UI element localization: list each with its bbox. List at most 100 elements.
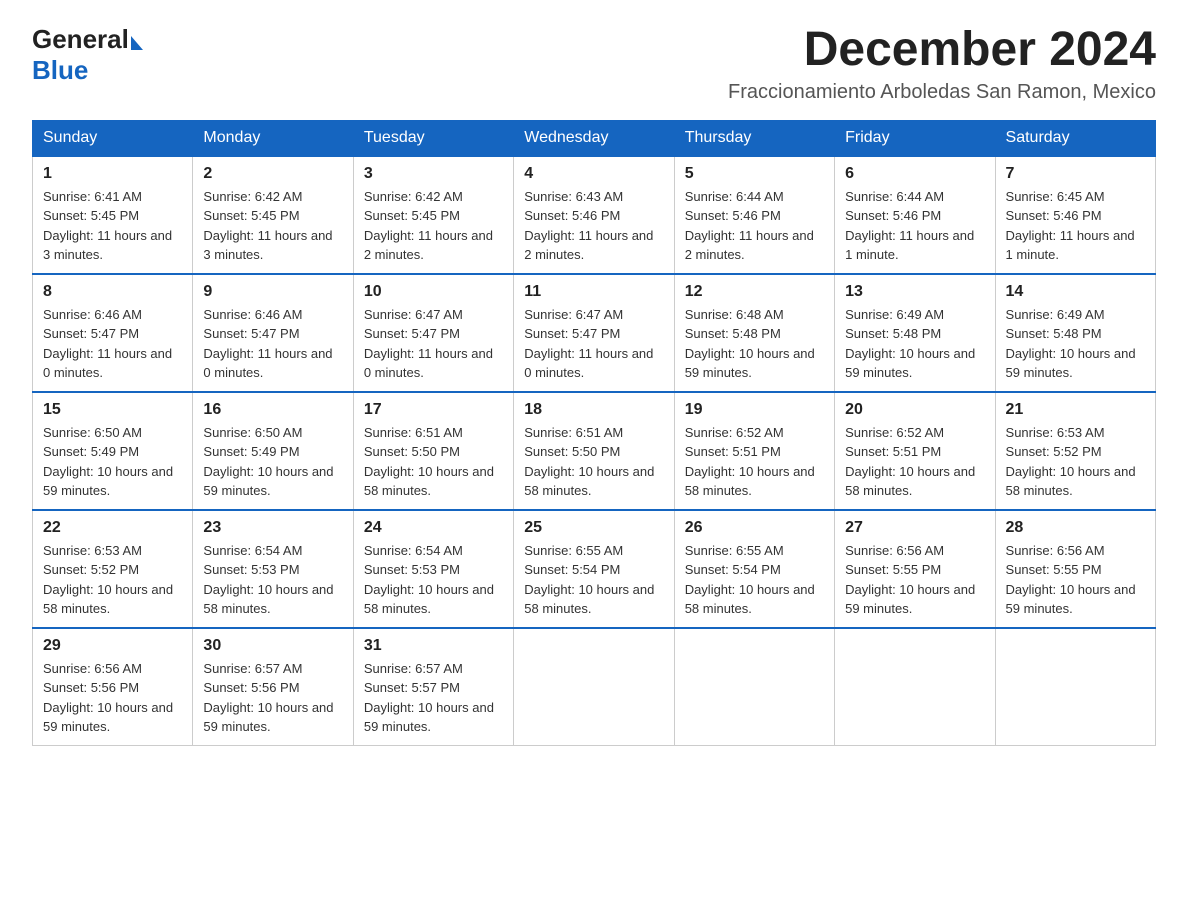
location-subtitle: Fraccionamiento Arboledas San Ramon, Mex…	[728, 81, 1156, 104]
day-number: 1	[43, 165, 182, 183]
day-number: 7	[1006, 165, 1145, 183]
calendar-cell: 9 Sunrise: 6:46 AMSunset: 5:47 PMDayligh…	[193, 274, 353, 392]
header-wednesday: Wednesday	[514, 120, 674, 156]
day-number: 27	[845, 519, 984, 537]
day-info: Sunrise: 6:46 AMSunset: 5:47 PMDaylight:…	[203, 305, 342, 383]
day-info: Sunrise: 6:41 AMSunset: 5:45 PMDaylight:…	[43, 187, 182, 265]
day-number: 30	[203, 637, 342, 655]
calendar-cell: 14 Sunrise: 6:49 AMSunset: 5:48 PMDaylig…	[995, 274, 1155, 392]
day-info: Sunrise: 6:52 AMSunset: 5:51 PMDaylight:…	[685, 423, 824, 501]
calendar-cell: 2 Sunrise: 6:42 AMSunset: 5:45 PMDayligh…	[193, 156, 353, 274]
day-info: Sunrise: 6:42 AMSunset: 5:45 PMDaylight:…	[203, 187, 342, 265]
day-number: 17	[364, 401, 503, 419]
day-number: 23	[203, 519, 342, 537]
calendar-cell	[835, 628, 995, 746]
header-tuesday: Tuesday	[353, 120, 513, 156]
day-number: 21	[1006, 401, 1145, 419]
logo-general-text: General	[32, 24, 129, 55]
calendar-cell: 30 Sunrise: 6:57 AMSunset: 5:56 PMDaylig…	[193, 628, 353, 746]
calendar-cell: 4 Sunrise: 6:43 AMSunset: 5:46 PMDayligh…	[514, 156, 674, 274]
page-header: General Blue December 2024 Fraccionamien…	[32, 24, 1156, 104]
calendar-cell: 23 Sunrise: 6:54 AMSunset: 5:53 PMDaylig…	[193, 510, 353, 628]
calendar-header-row: SundayMondayTuesdayWednesdayThursdayFrid…	[33, 120, 1156, 156]
day-number: 13	[845, 283, 984, 301]
calendar-cell: 31 Sunrise: 6:57 AMSunset: 5:57 PMDaylig…	[353, 628, 513, 746]
day-info: Sunrise: 6:46 AMSunset: 5:47 PMDaylight:…	[43, 305, 182, 383]
day-info: Sunrise: 6:44 AMSunset: 5:46 PMDaylight:…	[685, 187, 824, 265]
calendar-cell: 28 Sunrise: 6:56 AMSunset: 5:55 PMDaylig…	[995, 510, 1155, 628]
day-number: 19	[685, 401, 824, 419]
day-info: Sunrise: 6:49 AMSunset: 5:48 PMDaylight:…	[1006, 305, 1145, 383]
title-area: December 2024 Fraccionamiento Arboledas …	[728, 24, 1156, 104]
header-monday: Monday	[193, 120, 353, 156]
day-info: Sunrise: 6:47 AMSunset: 5:47 PMDaylight:…	[524, 305, 663, 383]
logo-blue-text: Blue	[32, 55, 143, 86]
calendar-week-row: 1 Sunrise: 6:41 AMSunset: 5:45 PMDayligh…	[33, 156, 1156, 274]
calendar-cell: 24 Sunrise: 6:54 AMSunset: 5:53 PMDaylig…	[353, 510, 513, 628]
calendar-cell: 29 Sunrise: 6:56 AMSunset: 5:56 PMDaylig…	[33, 628, 193, 746]
day-info: Sunrise: 6:50 AMSunset: 5:49 PMDaylight:…	[203, 423, 342, 501]
calendar-cell: 16 Sunrise: 6:50 AMSunset: 5:49 PMDaylig…	[193, 392, 353, 510]
day-number: 22	[43, 519, 182, 537]
day-info: Sunrise: 6:52 AMSunset: 5:51 PMDaylight:…	[845, 423, 984, 501]
day-number: 8	[43, 283, 182, 301]
day-info: Sunrise: 6:56 AMSunset: 5:55 PMDaylight:…	[1006, 541, 1145, 619]
calendar-cell: 15 Sunrise: 6:50 AMSunset: 5:49 PMDaylig…	[33, 392, 193, 510]
calendar-cell: 11 Sunrise: 6:47 AMSunset: 5:47 PMDaylig…	[514, 274, 674, 392]
day-info: Sunrise: 6:55 AMSunset: 5:54 PMDaylight:…	[524, 541, 663, 619]
day-info: Sunrise: 6:54 AMSunset: 5:53 PMDaylight:…	[203, 541, 342, 619]
month-title: December 2024	[728, 24, 1156, 77]
calendar-cell: 1 Sunrise: 6:41 AMSunset: 5:45 PMDayligh…	[33, 156, 193, 274]
calendar-week-row: 29 Sunrise: 6:56 AMSunset: 5:56 PMDaylig…	[33, 628, 1156, 746]
day-info: Sunrise: 6:54 AMSunset: 5:53 PMDaylight:…	[364, 541, 503, 619]
header-sunday: Sunday	[33, 120, 193, 156]
day-number: 14	[1006, 283, 1145, 301]
day-info: Sunrise: 6:42 AMSunset: 5:45 PMDaylight:…	[364, 187, 503, 265]
calendar-cell	[995, 628, 1155, 746]
calendar-cell: 18 Sunrise: 6:51 AMSunset: 5:50 PMDaylig…	[514, 392, 674, 510]
day-info: Sunrise: 6:44 AMSunset: 5:46 PMDaylight:…	[845, 187, 984, 265]
day-number: 11	[524, 283, 663, 301]
calendar-cell: 7 Sunrise: 6:45 AMSunset: 5:46 PMDayligh…	[995, 156, 1155, 274]
calendar-cell: 17 Sunrise: 6:51 AMSunset: 5:50 PMDaylig…	[353, 392, 513, 510]
day-number: 5	[685, 165, 824, 183]
calendar-cell: 22 Sunrise: 6:53 AMSunset: 5:52 PMDaylig…	[33, 510, 193, 628]
day-number: 16	[203, 401, 342, 419]
calendar-cell: 3 Sunrise: 6:42 AMSunset: 5:45 PMDayligh…	[353, 156, 513, 274]
day-number: 3	[364, 165, 503, 183]
calendar-table: SundayMondayTuesdayWednesdayThursdayFrid…	[32, 120, 1156, 746]
day-number: 25	[524, 519, 663, 537]
day-info: Sunrise: 6:53 AMSunset: 5:52 PMDaylight:…	[1006, 423, 1145, 501]
day-info: Sunrise: 6:49 AMSunset: 5:48 PMDaylight:…	[845, 305, 984, 383]
logo-triangle-icon	[131, 36, 143, 50]
calendar-week-row: 22 Sunrise: 6:53 AMSunset: 5:52 PMDaylig…	[33, 510, 1156, 628]
calendar-week-row: 8 Sunrise: 6:46 AMSunset: 5:47 PMDayligh…	[33, 274, 1156, 392]
day-number: 9	[203, 283, 342, 301]
calendar-cell: 13 Sunrise: 6:49 AMSunset: 5:48 PMDaylig…	[835, 274, 995, 392]
calendar-cell: 6 Sunrise: 6:44 AMSunset: 5:46 PMDayligh…	[835, 156, 995, 274]
day-number: 20	[845, 401, 984, 419]
day-info: Sunrise: 6:45 AMSunset: 5:46 PMDaylight:…	[1006, 187, 1145, 265]
day-info: Sunrise: 6:56 AMSunset: 5:56 PMDaylight:…	[43, 659, 182, 737]
day-info: Sunrise: 6:43 AMSunset: 5:46 PMDaylight:…	[524, 187, 663, 265]
day-info: Sunrise: 6:55 AMSunset: 5:54 PMDaylight:…	[685, 541, 824, 619]
calendar-cell: 25 Sunrise: 6:55 AMSunset: 5:54 PMDaylig…	[514, 510, 674, 628]
day-info: Sunrise: 6:51 AMSunset: 5:50 PMDaylight:…	[524, 423, 663, 501]
day-info: Sunrise: 6:50 AMSunset: 5:49 PMDaylight:…	[43, 423, 182, 501]
day-number: 31	[364, 637, 503, 655]
calendar-cell: 8 Sunrise: 6:46 AMSunset: 5:47 PMDayligh…	[33, 274, 193, 392]
day-number: 28	[1006, 519, 1145, 537]
day-number: 26	[685, 519, 824, 537]
calendar-cell	[514, 628, 674, 746]
calendar-cell: 20 Sunrise: 6:52 AMSunset: 5:51 PMDaylig…	[835, 392, 995, 510]
header-thursday: Thursday	[674, 120, 834, 156]
day-info: Sunrise: 6:57 AMSunset: 5:57 PMDaylight:…	[364, 659, 503, 737]
day-info: Sunrise: 6:57 AMSunset: 5:56 PMDaylight:…	[203, 659, 342, 737]
day-info: Sunrise: 6:48 AMSunset: 5:48 PMDaylight:…	[685, 305, 824, 383]
calendar-cell: 10 Sunrise: 6:47 AMSunset: 5:47 PMDaylig…	[353, 274, 513, 392]
calendar-cell: 5 Sunrise: 6:44 AMSunset: 5:46 PMDayligh…	[674, 156, 834, 274]
calendar-week-row: 15 Sunrise: 6:50 AMSunset: 5:49 PMDaylig…	[33, 392, 1156, 510]
day-number: 29	[43, 637, 182, 655]
day-info: Sunrise: 6:53 AMSunset: 5:52 PMDaylight:…	[43, 541, 182, 619]
day-number: 10	[364, 283, 503, 301]
